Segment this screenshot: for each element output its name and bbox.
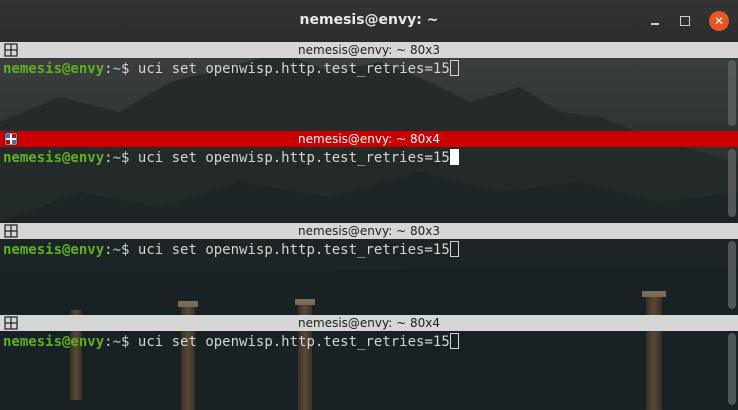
command-line: nemesis@envy:~$ uci set openwisp.http.te… bbox=[3, 333, 459, 351]
close-icon: ✕ bbox=[713, 14, 725, 28]
prompt-symbol: $ bbox=[121, 334, 138, 350]
prompt-separator: : bbox=[104, 150, 113, 166]
window-titlebar[interactable]: nemesis@envy: ~ ✕ bbox=[0, 0, 738, 43]
split-pane-icon[interactable] bbox=[4, 43, 18, 57]
terminal-pane[interactable]: nemesis@envy: ~ 80x4 nemesis@envy:~$ uci… bbox=[0, 315, 738, 410]
pane-scrollbar[interactable] bbox=[728, 60, 736, 126]
text-cursor bbox=[449, 241, 459, 257]
terminal-output[interactable]: nemesis@envy:~$ uci set openwisp.http.te… bbox=[0, 239, 724, 312]
prompt-symbol: $ bbox=[121, 61, 138, 77]
command-line: nemesis@envy:~$ uci set openwisp.http.te… bbox=[3, 60, 459, 78]
maximize-button[interactable] bbox=[676, 12, 694, 30]
prompt-symbol: $ bbox=[121, 242, 138, 258]
prompt-separator: : bbox=[104, 242, 113, 258]
split-pane-icon[interactable] bbox=[4, 132, 18, 146]
maximize-icon bbox=[680, 16, 690, 26]
prompt-symbol: $ bbox=[121, 150, 138, 166]
pane-title: nemesis@envy: ~ 80x3 bbox=[298, 43, 440, 57]
pane-titlebar[interactable]: nemesis@envy: ~ 80x3 bbox=[0, 223, 738, 239]
text-cursor bbox=[449, 149, 459, 165]
prompt-user: nemesis@envy bbox=[3, 150, 105, 166]
terminal-pane[interactable]: nemesis@envy: ~ 80x3 nemesis@envy:~$ uci… bbox=[0, 223, 738, 312]
prompt-path: ~ bbox=[112, 242, 122, 258]
pane-scrollbar[interactable] bbox=[728, 149, 736, 217]
terminal-output[interactable]: nemesis@envy:~$ uci set openwisp.http.te… bbox=[0, 58, 724, 130]
pane-scrollbar[interactable] bbox=[728, 333, 736, 405]
prompt-path: ~ bbox=[112, 61, 122, 77]
minimize-button[interactable] bbox=[646, 12, 664, 30]
prompt-path: ~ bbox=[112, 334, 122, 350]
split-pane-icon[interactable] bbox=[4, 316, 18, 330]
pane-titlebar[interactable]: nemesis@envy: ~ 80x4 bbox=[0, 315, 738, 331]
prompt-user: nemesis@envy bbox=[3, 242, 105, 258]
terminal-output[interactable]: nemesis@envy:~$ uci set openwisp.http.te… bbox=[0, 147, 724, 220]
pane-scrollbar[interactable] bbox=[728, 241, 736, 309]
command-text: uci set openwisp.http.test_retries=15 bbox=[137, 334, 450, 350]
pane-titlebar[interactable]: nemesis@envy: ~ 80x4 bbox=[0, 131, 738, 147]
pane-title: nemesis@envy: ~ 80x4 bbox=[298, 132, 440, 146]
command-line: nemesis@envy:~$ uci set openwisp.http.te… bbox=[3, 241, 459, 259]
terminal-output[interactable]: nemesis@envy:~$ uci set openwisp.http.te… bbox=[0, 331, 724, 410]
text-cursor bbox=[449, 60, 459, 76]
prompt-separator: : bbox=[104, 334, 113, 350]
prompt-path: ~ bbox=[112, 150, 122, 166]
minimize-icon bbox=[651, 23, 659, 25]
window-title: nemesis@envy: ~ bbox=[299, 12, 439, 28]
close-button[interactable]: ✕ bbox=[709, 11, 729, 31]
command-text: uci set openwisp.http.test_retries=15 bbox=[137, 61, 450, 77]
command-line: nemesis@envy:~$ uci set openwisp.http.te… bbox=[3, 149, 459, 167]
pane-title: nemesis@envy: ~ 80x4 bbox=[298, 316, 440, 330]
pane-title: nemesis@envy: ~ 80x3 bbox=[298, 224, 440, 238]
pane-titlebar[interactable]: nemesis@envy: ~ 80x3 bbox=[0, 42, 738, 58]
prompt-user: nemesis@envy bbox=[3, 61, 105, 77]
terminal-pane-active[interactable]: nemesis@envy: ~ 80x4 nemesis@envy:~$ uci… bbox=[0, 131, 738, 220]
prompt-separator: : bbox=[104, 61, 113, 77]
text-cursor bbox=[449, 333, 459, 349]
split-pane-icon[interactable] bbox=[4, 224, 18, 238]
prompt-user: nemesis@envy bbox=[3, 334, 105, 350]
terminal-pane[interactable]: nemesis@envy: ~ 80x3 nemesis@envy:~$ uci… bbox=[0, 42, 738, 130]
command-text: uci set openwisp.http.test_retries=15 bbox=[137, 150, 450, 166]
command-text: uci set openwisp.http.test_retries=15 bbox=[137, 242, 450, 258]
